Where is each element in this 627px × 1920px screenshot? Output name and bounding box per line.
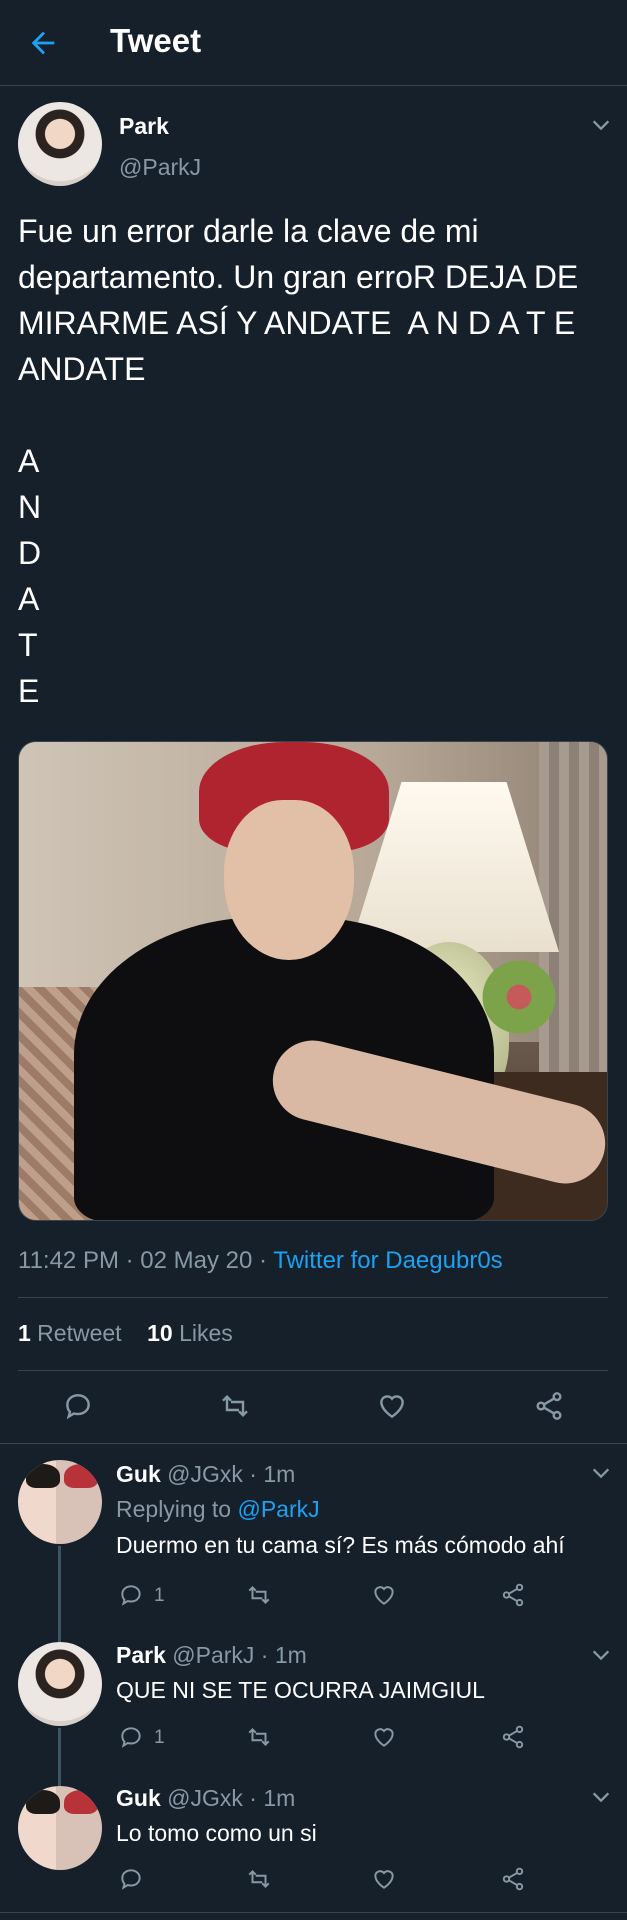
- reply-count: 1: [154, 1585, 165, 1606]
- tweet-timestamp: 11:42 PM · 02 May 20 ·: [18, 1247, 274, 1274]
- chevron-down-icon[interactable]: [590, 1462, 612, 1484]
- chevron-down-icon[interactable]: [590, 1644, 612, 1666]
- reply-time: · 1m: [242, 1785, 296, 1811]
- reply-header: Park @ParkJ · 1m: [116, 1642, 307, 1669]
- avatar[interactable]: [18, 1460, 102, 1544]
- share-icon[interactable]: [500, 1866, 526, 1892]
- reply-icon[interactable]: [118, 1582, 144, 1608]
- divider: [18, 1297, 608, 1298]
- likes-stat[interactable]: 10 Likes: [147, 1320, 233, 1346]
- divider: [18, 1370, 608, 1371]
- reply-header: Guk @JGxk · 1m: [116, 1785, 295, 1812]
- share-icon[interactable]: [500, 1582, 526, 1608]
- back-arrow-icon[interactable]: [26, 26, 60, 60]
- thread-line: [58, 1728, 61, 1790]
- tweet-text: Fue un error darle la clave de mi depart…: [18, 213, 579, 709]
- retweet-stat[interactable]: 1 Retweet: [18, 1320, 122, 1346]
- like-icon[interactable]: [371, 1724, 397, 1750]
- tweet-photo[interactable]: [18, 741, 608, 1221]
- author-handle[interactable]: @ParkJ: [172, 1642, 254, 1668]
- tweet-stats: 1 Retweet 10 Likes: [18, 1320, 233, 1347]
- reply-header: Guk @JGxk · 1m: [116, 1461, 295, 1488]
- divider: [0, 1912, 627, 1913]
- share-icon[interactable]: [500, 1724, 526, 1750]
- reply-text: Duermo en tu cama sí? Es más cómodo ahí: [116, 1532, 565, 1558]
- like-icon[interactable]: [371, 1866, 397, 1892]
- author-name[interactable]: Park: [119, 113, 169, 140]
- tweet-meta: 11:42 PM · 02 May 20 · Twitter for Daegu…: [18, 1247, 503, 1275]
- chevron-down-icon[interactable]: [590, 1786, 612, 1808]
- reply-icon[interactable]: [62, 1390, 94, 1422]
- reply-icon[interactable]: [118, 1866, 144, 1892]
- mention-link[interactable]: @ParkJ: [237, 1496, 319, 1522]
- author-name[interactable]: Guk: [116, 1461, 161, 1487]
- reply-count: 1: [154, 1727, 165, 1748]
- avatar[interactable]: [18, 1642, 102, 1726]
- thread-line: [58, 1546, 61, 1646]
- reply-icon[interactable]: [118, 1724, 144, 1750]
- divider: [0, 1443, 627, 1444]
- like-icon[interactable]: [371, 1582, 397, 1608]
- chevron-down-icon[interactable]: [590, 114, 612, 136]
- avatar[interactable]: [18, 102, 102, 186]
- reply-text: QUE NI SE TE OCURRA JAIMGIUL: [116, 1677, 485, 1703]
- retweet-icon[interactable]: [246, 1582, 272, 1608]
- reply-time: · 1m: [254, 1642, 307, 1668]
- retweet-icon[interactable]: [219, 1390, 251, 1422]
- avatar[interactable]: [18, 1786, 102, 1870]
- page-title: Tweet: [110, 22, 202, 59]
- tweet-source-link[interactable]: Twitter for Daegubr0s: [273, 1247, 502, 1274]
- author-name[interactable]: Guk: [116, 1785, 161, 1811]
- top-bar: Tweet: [0, 0, 627, 86]
- like-icon[interactable]: [376, 1390, 408, 1422]
- reply-text: Lo tomo como un si: [116, 1820, 317, 1846]
- retweet-icon[interactable]: [246, 1724, 272, 1750]
- author-handle[interactable]: @ParkJ: [119, 154, 201, 181]
- author-handle[interactable]: @JGxk: [167, 1461, 243, 1487]
- reply-time: · 1m: [242, 1461, 296, 1487]
- share-icon[interactable]: [533, 1390, 565, 1422]
- retweet-icon[interactable]: [246, 1866, 272, 1892]
- replying-to: Replying to @ParkJ: [116, 1496, 320, 1522]
- author-name[interactable]: Park: [116, 1642, 166, 1668]
- author-handle[interactable]: @JGxk: [167, 1785, 243, 1811]
